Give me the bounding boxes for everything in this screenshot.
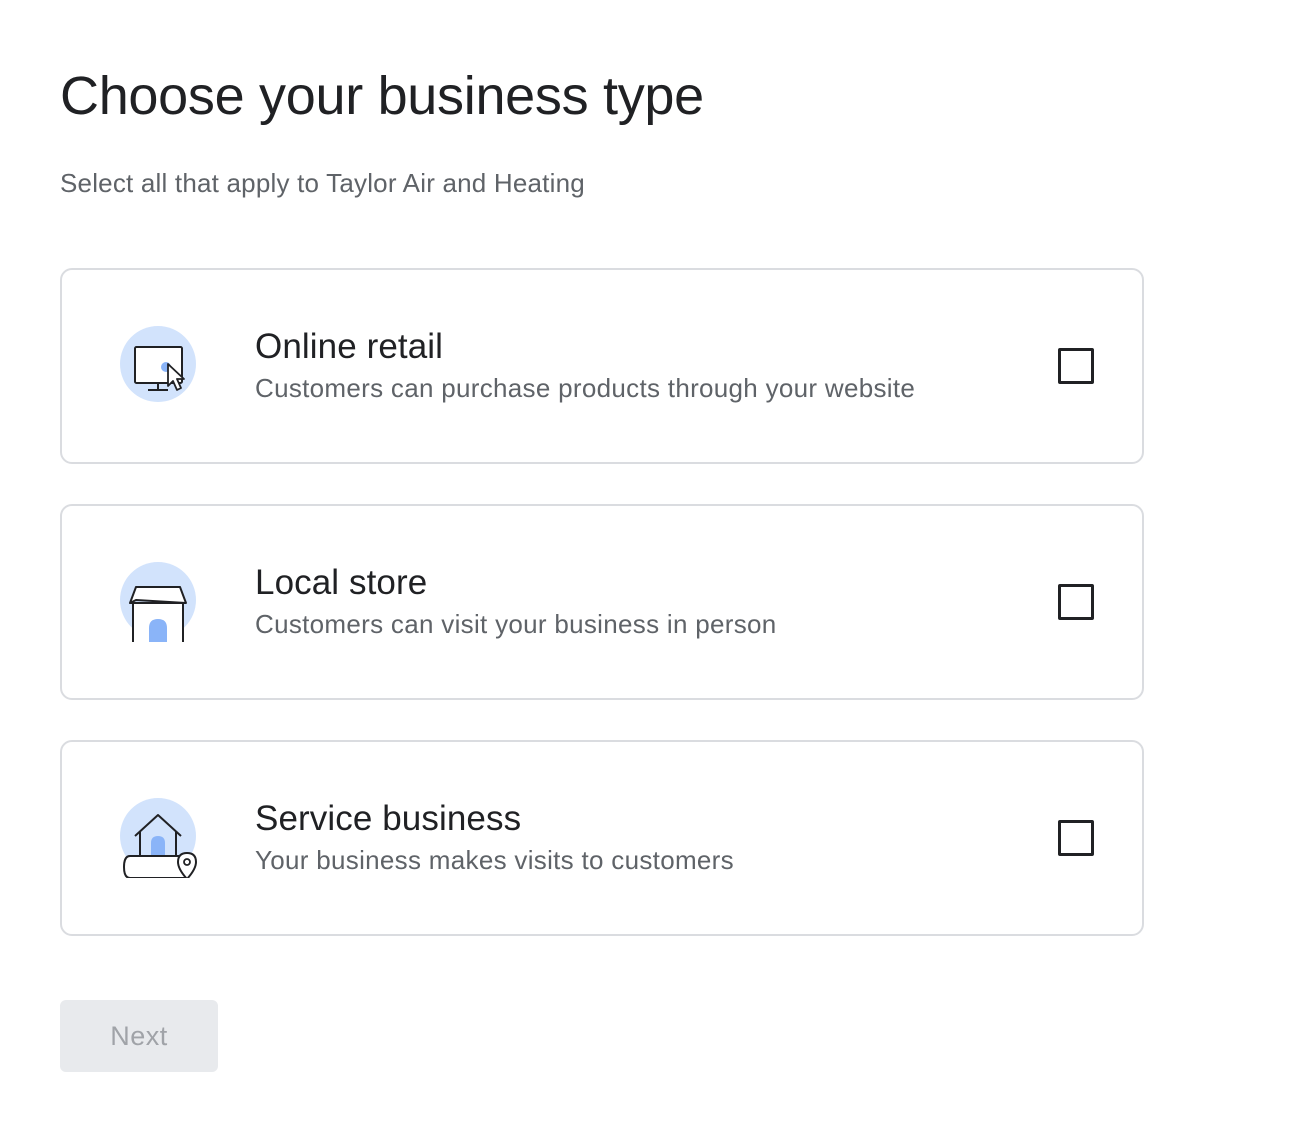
page-title: Choose your business type	[60, 66, 704, 126]
online-retail-checkbox[interactable]	[1058, 348, 1094, 384]
business-type-options: Online retail Customers can purchase pro…	[60, 268, 1144, 976]
option-local-store[interactable]: Local store Customers can visit your bus…	[60, 504, 1144, 700]
option-description: Customers can visit your business in per…	[255, 609, 777, 639]
next-button[interactable]: Next	[60, 1000, 218, 1072]
option-title: Service business	[255, 799, 522, 838]
page-subtitle: Select all that apply to Taylor Air and …	[60, 168, 585, 198]
service-business-checkbox[interactable]	[1058, 820, 1094, 856]
option-text: Online retail Customers can purchase pro…	[255, 325, 915, 405]
option-title: Local store	[255, 563, 428, 602]
local-store-checkbox[interactable]	[1058, 584, 1094, 620]
computer-cursor-icon	[120, 326, 200, 406]
option-title: Online retail	[255, 327, 444, 366]
option-online-retail[interactable]: Online retail Customers can purchase pro…	[60, 268, 1144, 464]
option-description: Your business makes visits to customers	[255, 845, 734, 875]
option-service-business[interactable]: Service business Your business makes vis…	[60, 740, 1144, 936]
business-type-page: Choose your business type Select all tha…	[0, 0, 1290, 1146]
option-text: Service business Your business makes vis…	[255, 797, 734, 877]
house-location-icon	[120, 798, 200, 878]
storefront-icon	[120, 562, 200, 642]
option-text: Local store Customers can visit your bus…	[255, 561, 777, 641]
option-description: Customers can purchase products through …	[255, 373, 916, 403]
